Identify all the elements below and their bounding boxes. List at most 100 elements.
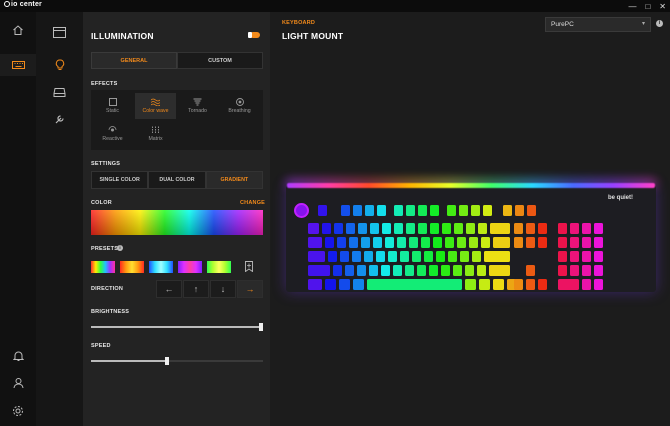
subnav-device[interactable] xyxy=(36,21,83,43)
keyboard-key[interactable] xyxy=(582,237,591,248)
keyboard-key[interactable] xyxy=(558,251,567,262)
maximize-button[interactable]: □ xyxy=(645,2,650,11)
keyboard-key[interactable] xyxy=(418,205,427,216)
keyboard-key[interactable] xyxy=(430,223,439,234)
keyboard-key[interactable] xyxy=(308,223,319,234)
keyboard-key[interactable] xyxy=(345,265,354,276)
preset-3[interactable] xyxy=(149,261,173,273)
keyboard-key[interactable] xyxy=(526,279,535,290)
keyboard-key[interactable] xyxy=(526,237,535,248)
effect-breathing[interactable]: Breathing xyxy=(219,93,260,119)
effect-reactive[interactable]: Reactive xyxy=(92,121,133,147)
keyboard-key[interactable] xyxy=(459,205,468,216)
keyboard-key[interactable] xyxy=(365,205,374,216)
keyboard-key[interactable] xyxy=(445,237,454,248)
add-preset-icon[interactable] xyxy=(245,261,253,272)
keyboard-key[interactable] xyxy=(483,205,492,216)
keyboard-key[interactable] xyxy=(421,237,430,248)
keyboard-key[interactable] xyxy=(442,223,451,234)
device-select[interactable]: PurePC ▾ xyxy=(545,17,651,32)
brightness-knob[interactable] xyxy=(259,323,263,331)
keyboard-key[interactable] xyxy=(453,265,462,276)
keyboard-key[interactable] xyxy=(460,251,469,262)
keyboard-key[interactable] xyxy=(340,251,349,262)
keyboard-key[interactable] xyxy=(558,223,567,234)
keyboard-key[interactable] xyxy=(558,279,579,290)
keyboard-key[interactable] xyxy=(325,237,334,248)
keyboard-key[interactable] xyxy=(594,223,603,234)
keyboard-key[interactable] xyxy=(325,279,336,290)
keyboard-key[interactable] xyxy=(594,251,603,262)
keyboard-key[interactable] xyxy=(333,265,342,276)
keyboard-key[interactable] xyxy=(308,251,325,262)
keyboard-key[interactable] xyxy=(367,279,462,290)
keyboard-key[interactable] xyxy=(406,223,415,234)
keyboard-key[interactable] xyxy=(515,205,524,216)
preset-2[interactable] xyxy=(120,261,144,273)
keyboard-key[interactable] xyxy=(465,265,474,276)
notifications-button[interactable] xyxy=(0,345,36,367)
effect-static[interactable]: Static xyxy=(92,93,133,119)
keyboard-key[interactable] xyxy=(417,265,426,276)
subnav-storage[interactable] xyxy=(36,81,83,103)
keyboard-key[interactable] xyxy=(397,237,406,248)
mode-gradient[interactable]: GRADIENT xyxy=(205,171,263,189)
keyboard-key[interactable] xyxy=(296,205,307,216)
effect-color-wave[interactable]: Color wave xyxy=(135,93,176,119)
gradient-preview[interactable] xyxy=(91,210,263,235)
tab-general[interactable]: GENERAL xyxy=(91,52,177,69)
keyboard-key[interactable] xyxy=(424,251,433,262)
preset-1[interactable] xyxy=(91,261,115,273)
keyboard-key[interactable] xyxy=(388,251,397,262)
keyboard-key[interactable] xyxy=(364,251,373,262)
direction-up-button[interactable]: ↑ xyxy=(183,280,209,298)
keyboard-key[interactable] xyxy=(448,251,457,262)
keyboard-key[interactable] xyxy=(594,265,603,276)
keyboard-key[interactable] xyxy=(481,237,490,248)
keyboard-key[interactable] xyxy=(381,265,390,276)
brightness-slider[interactable] xyxy=(91,323,263,331)
settings-button[interactable] xyxy=(0,400,36,422)
keyboard-key[interactable] xyxy=(582,251,591,262)
keyboard-key[interactable] xyxy=(308,279,322,290)
keyboard-key[interactable] xyxy=(594,237,603,248)
keyboard-key[interactable] xyxy=(570,265,579,276)
keyboard-key[interactable] xyxy=(582,223,591,234)
keyboard-key[interactable] xyxy=(526,223,535,234)
keyboard-key[interactable] xyxy=(538,223,547,234)
keyboard-key[interactable] xyxy=(370,223,379,234)
keyboard-key[interactable] xyxy=(353,205,362,216)
keyboard-key[interactable] xyxy=(514,237,523,248)
keyboard-key[interactable] xyxy=(457,237,466,248)
illumination-toggle[interactable] xyxy=(248,32,260,38)
keyboard-key[interactable] xyxy=(382,223,391,234)
keyboard-key[interactable] xyxy=(471,205,480,216)
keyboard-key[interactable] xyxy=(489,265,510,276)
keyboard-key[interactable] xyxy=(538,279,547,290)
keyboard-key[interactable] xyxy=(570,223,579,234)
keyboard-key[interactable] xyxy=(472,251,481,262)
keyboard-key[interactable] xyxy=(308,237,322,248)
info-icon[interactable]: i xyxy=(656,20,663,27)
keyboard-key[interactable] xyxy=(441,265,450,276)
keyboard-key[interactable] xyxy=(357,265,366,276)
keyboard-key[interactable] xyxy=(377,205,386,216)
keyboard-key[interactable] xyxy=(538,237,547,248)
keyboard-key[interactable] xyxy=(514,223,523,234)
tab-custom[interactable]: CUSTOM xyxy=(177,52,263,69)
keyboard-key[interactable] xyxy=(447,205,456,216)
keyboard-key[interactable] xyxy=(376,251,385,262)
keyboard-key[interactable] xyxy=(466,223,475,234)
keyboard-key[interactable] xyxy=(514,279,523,290)
keyboard-key[interactable] xyxy=(385,237,394,248)
keyboard-key[interactable] xyxy=(405,265,414,276)
keyboard-key[interactable] xyxy=(454,223,463,234)
keyboard-key[interactable] xyxy=(493,279,504,290)
keyboard-key[interactable] xyxy=(409,237,418,248)
keyboard-key[interactable] xyxy=(570,251,579,262)
keyboard-key[interactable] xyxy=(582,279,591,290)
keyboard-key[interactable] xyxy=(337,237,346,248)
direction-right-button[interactable]: → xyxy=(237,280,263,298)
keyboard-key[interactable] xyxy=(526,265,535,276)
keyboard-key[interactable] xyxy=(406,205,415,216)
